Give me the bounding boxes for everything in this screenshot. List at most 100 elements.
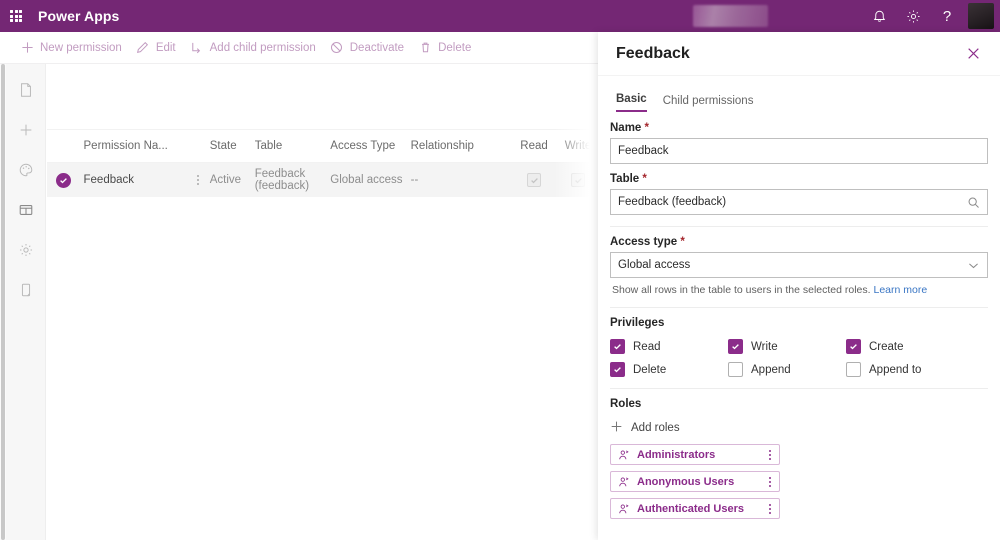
cell-permission-name: Feedback <box>83 174 135 186</box>
cell-write-checkbox <box>556 173 600 187</box>
column-header-write[interactable]: Write <box>556 140 600 152</box>
label-table-text: Table <box>610 173 640 185</box>
add-child-permission-label: Add child permission <box>209 41 316 54</box>
top-navigation-bar: Power Apps ? <box>0 0 1000 32</box>
sidebar-item-data[interactable] <box>6 190 46 230</box>
label-name: Name * <box>610 122 988 134</box>
column-header-read[interactable]: Read <box>512 140 556 152</box>
new-permission-button[interactable]: New permission <box>14 32 130 64</box>
access-type-value: Global access <box>618 259 691 271</box>
label-table: Table * <box>610 173 988 185</box>
privileges-grid: Read Write Create Delete Append Append t… <box>610 339 988 377</box>
privileges-section: Privileges Read Write Create Delete Appe… <box>610 317 988 377</box>
add-roles-label: Add roles <box>631 421 680 434</box>
column-header-permission-name[interactable]: Permission Na... <box>80 140 187 152</box>
cell-access-type: Global access <box>330 174 403 186</box>
row-select-check-icon[interactable] <box>47 172 80 188</box>
column-header-access-type[interactable]: Access Type <box>330 140 410 152</box>
divider-above-roles <box>610 388 988 389</box>
person-icon <box>618 449 630 461</box>
role-chip-anonymous-users[interactable]: Anonymous Users <box>610 471 780 492</box>
privilege-append[interactable]: Append <box>728 362 846 377</box>
role-chip-label: Administrators <box>637 448 716 461</box>
add-roles-button[interactable]: Add roles <box>610 420 988 435</box>
cell-state: Active <box>209 174 242 186</box>
privilege-append-to-label: Append to <box>869 363 922 376</box>
edit-label: Edit <box>155 41 176 54</box>
column-header-relationship[interactable]: Relationship <box>411 140 512 152</box>
checkbox-read[interactable] <box>610 339 625 354</box>
main-content: Permission Na... State Table Access Type… <box>47 64 600 540</box>
privilege-read-label: Read <box>633 340 661 353</box>
role-chip-administrators[interactable]: Administrators <box>610 444 780 465</box>
checkbox-write[interactable] <box>728 339 743 354</box>
cell-table: Feedback (feedback) <box>254 168 310 192</box>
tab-child-permissions[interactable]: Child permissions <box>663 95 754 112</box>
waffle-menu-icon[interactable] <box>0 0 32 32</box>
name-input[interactable]: Feedback <box>610 138 988 164</box>
read-checkbox-disabled <box>527 173 542 187</box>
column-header-table[interactable]: Table <box>255 140 331 152</box>
top-bar-actions: ? <box>693 0 1000 32</box>
roles-title: Roles <box>610 398 642 410</box>
learn-more-link[interactable]: Learn more <box>873 284 927 296</box>
table-row[interactable]: Feedback Active Feedback (feedback) Glob… <box>47 163 600 197</box>
app-root: Power Apps ? New permission Edit Add chi… <box>0 0 1000 540</box>
chevron-down-icon[interactable] <box>967 259 980 272</box>
divider-above-access-type <box>610 226 988 227</box>
left-icon-rail <box>6 64 46 540</box>
label-access-type-text: Access type <box>610 236 678 248</box>
panel-tabs: Basic Child permissions <box>598 82 1000 112</box>
required-marker-table: * <box>642 173 647 185</box>
close-icon[interactable] <box>960 41 986 67</box>
privilege-delete[interactable]: Delete <box>610 362 728 377</box>
deactivate-label: Deactivate <box>349 41 405 54</box>
role-overflow-menu-icon[interactable] <box>769 503 773 514</box>
settings-gear-icon[interactable] <box>896 0 930 32</box>
privilege-create-label: Create <box>869 340 904 353</box>
sidebar-item-theme[interactable] <box>6 150 46 190</box>
notifications-bell-icon[interactable] <box>862 0 896 32</box>
privilege-append-to[interactable]: Append to <box>846 362 988 377</box>
role-chip-label: Authenticated Users <box>637 502 744 515</box>
privilege-create[interactable]: Create <box>846 339 988 354</box>
deactivate-button[interactable]: Deactivate <box>324 32 412 64</box>
table-input-value: Feedback (feedback) <box>618 196 727 208</box>
privilege-delete-label: Delete <box>633 363 667 376</box>
write-checkbox-disabled <box>571 173 586 187</box>
app-brand-title: Power Apps <box>38 8 120 24</box>
sidebar-item-preview[interactable] <box>6 270 46 310</box>
column-header-state[interactable]: State <box>210 140 255 152</box>
privilege-write[interactable]: Write <box>728 339 846 354</box>
delete-button[interactable]: Delete <box>412 32 479 64</box>
checkbox-append-to[interactable] <box>846 362 861 377</box>
person-icon <box>618 476 630 488</box>
privilege-read[interactable]: Read <box>610 339 728 354</box>
role-overflow-menu-icon[interactable] <box>769 449 773 460</box>
access-type-select[interactable]: Global access <box>610 252 988 278</box>
access-type-hint-text: Show all rows in the table to users in t… <box>612 284 871 296</box>
role-chip-authenticated-users[interactable]: Authenticated Users <box>610 498 780 519</box>
plus-icon <box>20 41 34 55</box>
edit-button[interactable]: Edit <box>130 32 184 64</box>
checkbox-append[interactable] <box>728 362 743 377</box>
checkbox-create[interactable] <box>846 339 861 354</box>
field-table: Table * Feedback (feedback) <box>610 173 988 215</box>
add-child-permission-button[interactable]: Add child permission <box>184 32 324 64</box>
sidebar-item-pages[interactable] <box>6 70 46 110</box>
tab-basic[interactable]: Basic <box>616 93 647 112</box>
privilege-append-label: Append <box>751 363 791 376</box>
checkbox-delete[interactable] <box>610 362 625 377</box>
plus-icon <box>610 420 623 435</box>
selected-circle-check <box>55 172 71 188</box>
role-overflow-menu-icon[interactable] <box>769 476 773 487</box>
sidebar-item-settings[interactable] <box>6 230 46 270</box>
user-avatar[interactable] <box>968 3 994 29</box>
table-lookup-input[interactable]: Feedback (feedback) <box>610 189 988 215</box>
sidebar-item-add[interactable] <box>6 110 46 150</box>
row-overflow-menu-icon[interactable] <box>187 175 210 185</box>
search-icon[interactable] <box>967 196 980 209</box>
person-icon <box>618 503 630 515</box>
help-question-icon[interactable]: ? <box>930 0 964 32</box>
panel-header: Feedback <box>598 32 1000 76</box>
